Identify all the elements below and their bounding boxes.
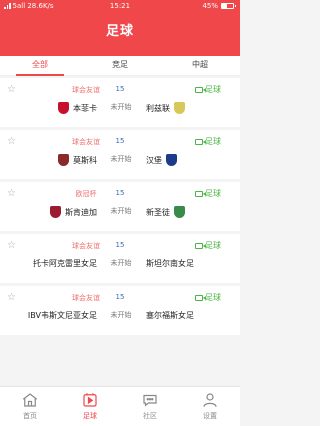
home-team: 斯肯迪加 xyxy=(50,206,97,218)
league-name: 球会友谊 xyxy=(72,242,100,250)
live-button[interactable]: 足球 xyxy=(195,188,221,199)
live-label: 足球 xyxy=(205,85,221,94)
match-row[interactable]: ☆ 球会友谊 15 本菲卡 未开始 利兹联 足球 xyxy=(0,78,240,127)
round-number: 15 xyxy=(115,241,125,249)
home-team: 托卡阿克雷里女足 xyxy=(33,258,97,269)
away-team: 利兹联 xyxy=(146,102,185,114)
away-team: 新圣徒 xyxy=(146,206,185,218)
home-team: 莫斯科 xyxy=(58,154,97,166)
video-icon xyxy=(195,242,206,249)
round-number: 15 xyxy=(115,293,125,301)
away-team-name: 新圣徒 xyxy=(146,207,170,217)
live-button[interactable]: 足球 xyxy=(195,136,221,147)
home-team-name: 本菲卡 xyxy=(73,103,97,113)
match-state: 未开始 xyxy=(110,155,132,163)
live-label: 足球 xyxy=(205,189,221,198)
tab-jingzu[interactable]: 竞足 xyxy=(80,56,160,75)
nav-home-label: 首页 xyxy=(23,412,37,420)
away-team-name: 利兹联 xyxy=(146,103,170,113)
live-button[interactable]: 足球 xyxy=(195,292,221,303)
match-row[interactable]: ☆ 球会友谊 15 IBV韦斯文尼亚女足 未开始 塞尔福斯女足 足球 xyxy=(0,286,240,335)
round-number: 15 xyxy=(115,189,125,197)
battery-icon xyxy=(221,3,236,9)
home-icon xyxy=(22,393,38,407)
away-team: 塞尔福斯女足 xyxy=(146,310,194,321)
match-state: 未开始 xyxy=(110,259,132,267)
star-icon[interactable]: ☆ xyxy=(7,136,16,147)
home-team: IBV韦斯文尼亚女足 xyxy=(28,310,97,321)
home-crest-icon xyxy=(58,102,69,114)
tab-all[interactable]: 全部 xyxy=(0,56,80,76)
away-crest-icon xyxy=(174,102,185,114)
live-label: 足球 xyxy=(205,137,221,146)
star-icon[interactable]: ☆ xyxy=(7,240,16,251)
match-state: 未开始 xyxy=(110,207,132,215)
round-number: 15 xyxy=(115,137,125,145)
away-team-name: 汉堡 xyxy=(146,155,162,165)
away-crest-icon xyxy=(174,206,185,218)
home-crest-icon xyxy=(58,154,69,166)
away-team-name: 斯坦尔南女足 xyxy=(146,259,194,268)
nav-settings-label: 设置 xyxy=(203,412,217,420)
away-team-name: 塞尔福斯女足 xyxy=(146,311,194,320)
nav-home[interactable]: 首页 xyxy=(0,387,60,426)
nav-football-label: 足球 xyxy=(83,412,97,420)
tab-csl[interactable]: 中超 xyxy=(160,56,240,75)
chat-icon xyxy=(143,394,157,407)
home-team: 本菲卡 xyxy=(58,102,97,114)
tab-bar: 全部 竞足 中超 xyxy=(0,56,240,76)
page-title: 足球 xyxy=(105,24,134,39)
league-name: 球会友谊 xyxy=(72,86,100,94)
battery-percent: 45% xyxy=(202,2,218,10)
away-crest-icon xyxy=(166,154,177,166)
nav-community-label: 社区 xyxy=(143,412,157,420)
star-icon[interactable]: ☆ xyxy=(7,188,16,199)
home-team-name: 莫斯科 xyxy=(73,155,97,165)
star-icon[interactable]: ☆ xyxy=(7,292,16,303)
round-number: 15 xyxy=(115,85,125,93)
league-name: 球会友谊 xyxy=(72,138,100,146)
nav-football[interactable]: 足球 xyxy=(60,387,120,426)
away-team: 汉堡 xyxy=(146,154,177,166)
match-list: ☆ 球会友谊 15 本菲卡 未开始 利兹联 足球 ☆ 球会友谊 15 莫斯科 未… xyxy=(0,78,240,338)
live-button[interactable]: 足球 xyxy=(195,84,221,95)
match-row[interactable]: ☆ 欧冠杯 15 斯肯迪加 未开始 新圣徒 足球 xyxy=(0,182,240,231)
top-bar: 5all 28.6K/s 15:21 45% 足球 xyxy=(0,0,240,56)
video-icon xyxy=(195,86,206,93)
nav-settings[interactable]: 设置 xyxy=(180,387,240,426)
play-icon xyxy=(83,393,97,407)
live-label: 足球 xyxy=(205,293,221,302)
match-row[interactable]: ☆ 球会友谊 15 莫斯科 未开始 汉堡 足球 xyxy=(0,130,240,179)
star-icon[interactable]: ☆ xyxy=(7,84,16,95)
league-name: 欧冠杯 xyxy=(75,190,97,198)
user-icon xyxy=(203,393,217,407)
home-team-name: 斯肯迪加 xyxy=(65,207,97,217)
away-team: 斯坦尔南女足 xyxy=(146,258,194,269)
bottom-nav: 首页 足球 社区 设置 xyxy=(0,386,240,426)
match-row[interactable]: ☆ 球会友谊 15 托卡阿克雷里女足 未开始 斯坦尔南女足 足球 xyxy=(0,234,240,283)
status-battery: 45% xyxy=(202,0,236,12)
nav-community[interactable]: 社区 xyxy=(120,387,180,426)
home-team-name: IBV韦斯文尼亚女足 xyxy=(27,311,97,320)
league-name: 球会友谊 xyxy=(72,294,100,302)
match-state: 未开始 xyxy=(110,311,132,319)
video-icon xyxy=(195,294,206,301)
status-bar: 5all 28.6K/s 15:21 45% xyxy=(0,0,240,12)
live-button[interactable]: 足球 xyxy=(195,240,221,251)
home-crest-icon xyxy=(50,206,61,218)
home-team-name: 托卡阿克雷里女足 xyxy=(33,259,97,268)
video-icon xyxy=(195,138,206,145)
live-label: 足球 xyxy=(205,241,221,250)
match-state: 未开始 xyxy=(110,103,132,111)
video-icon xyxy=(195,190,206,197)
